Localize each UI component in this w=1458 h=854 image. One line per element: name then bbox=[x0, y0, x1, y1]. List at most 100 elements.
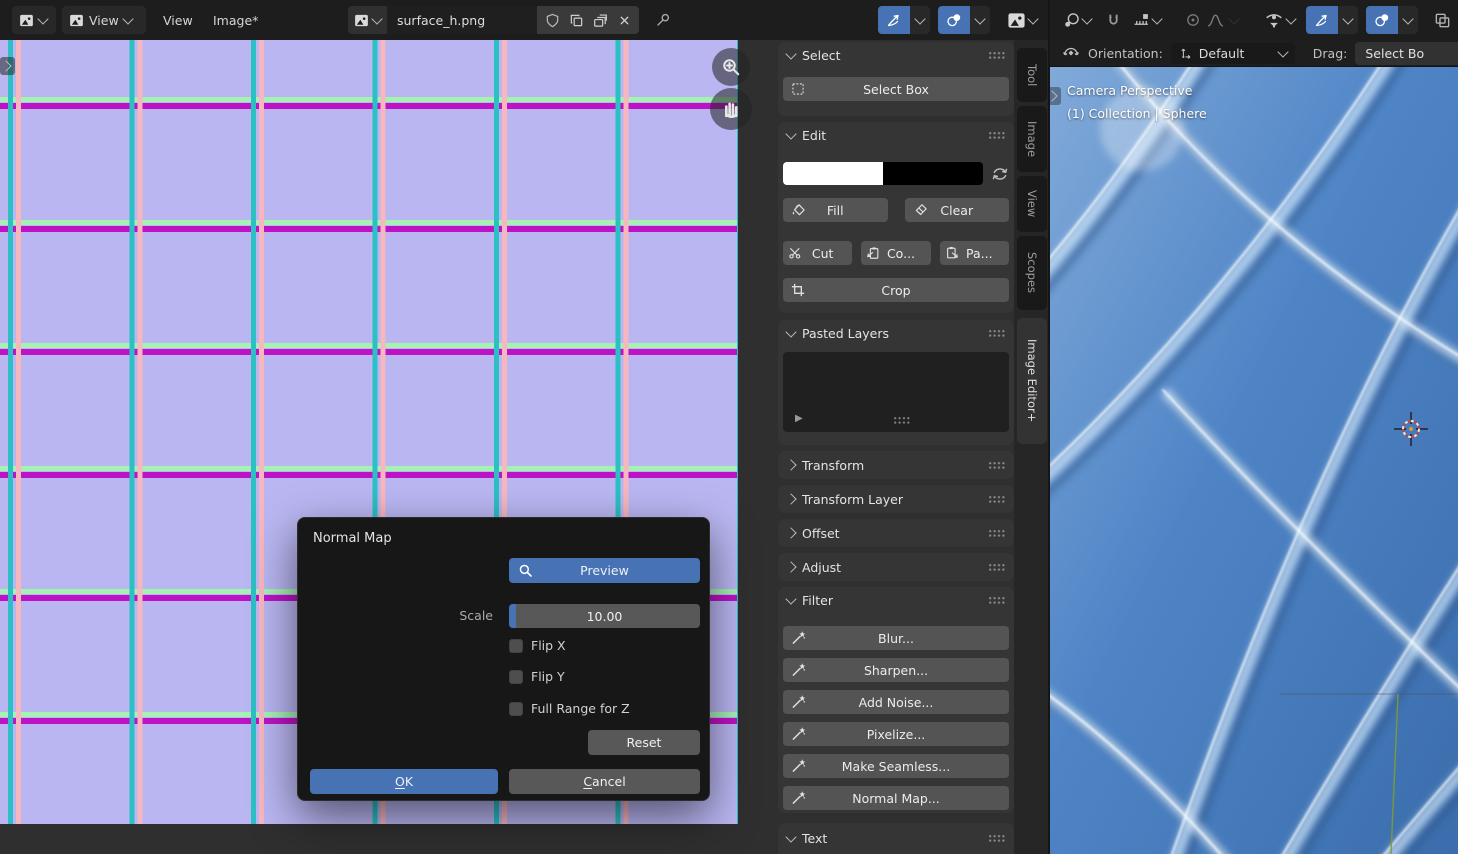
overlays-dropdown[interactable] bbox=[970, 6, 990, 34]
render-passes-button[interactable] bbox=[1427, 6, 1458, 34]
sidebar-tab-strip: Tool Image View Scopes Image Editor+ bbox=[1014, 40, 1050, 854]
tab-scopes[interactable]: Scopes bbox=[1017, 236, 1047, 310]
panel-offset-header[interactable]: Offset bbox=[778, 519, 1014, 547]
mode-selector[interactable]: View bbox=[62, 6, 146, 34]
pasted-layers-list[interactable]: ▶ bbox=[783, 352, 1009, 432]
ok-button[interactable]: OK bbox=[310, 769, 498, 794]
orientation-dropdown[interactable]: Default bbox=[1171, 43, 1295, 64]
new-image-copy-icon[interactable] bbox=[565, 8, 587, 32]
panel-pasted-layers-header[interactable]: Pasted Layers bbox=[778, 320, 1014, 346]
swap-colors-icon[interactable] bbox=[991, 165, 1009, 183]
panel-transform-layer-header[interactable]: Transform Layer bbox=[778, 485, 1014, 513]
scale-slider[interactable]: 10.00 bbox=[509, 604, 700, 628]
filter-pixelize-button[interactable]: Pixelize... bbox=[783, 722, 1009, 746]
list-grip-handle[interactable] bbox=[893, 416, 910, 424]
filter-sharpen-button[interactable]: Sharpen... bbox=[783, 658, 1009, 682]
snap-toggle[interactable] bbox=[1103, 6, 1124, 34]
gizmo-dropdown[interactable] bbox=[910, 6, 930, 34]
wand-icon bbox=[791, 727, 806, 742]
filter-make-seamless-button[interactable]: Make Seamless... bbox=[783, 754, 1009, 778]
cut-button[interactable]: Cut bbox=[783, 241, 852, 265]
full-range-checkbox[interactable] bbox=[509, 702, 523, 716]
sidebar-toggle-arrow[interactable] bbox=[1050, 87, 1061, 105]
proportional-edit-toggle[interactable] bbox=[1178, 6, 1245, 34]
display-channels-dropdown[interactable] bbox=[1000, 6, 1044, 34]
editor-type-dropdown[interactable] bbox=[12, 6, 56, 34]
filter-blur-button[interactable]: Blur... bbox=[783, 626, 1009, 650]
menu-image[interactable]: Image* bbox=[206, 6, 265, 34]
browse-image-button[interactable] bbox=[348, 6, 387, 34]
viewport-overlays-dropdown[interactable] bbox=[1398, 6, 1418, 34]
viewport-info-line2: (1) Collection | Sphere bbox=[1067, 106, 1207, 121]
filter-add-noise-button[interactable]: Add Noise... bbox=[783, 690, 1009, 714]
copy-button[interactable]: Co... bbox=[861, 241, 930, 265]
fake-user-shield-icon[interactable] bbox=[541, 8, 563, 32]
editor-divider[interactable] bbox=[1048, 0, 1050, 854]
pan-hand-nav-button[interactable] bbox=[710, 88, 752, 130]
preview-button[interactable]: Preview bbox=[509, 558, 700, 583]
grip-handle[interactable] bbox=[988, 563, 1005, 571]
magnifier-icon bbox=[518, 563, 533, 578]
cursor-3d-icon[interactable] bbox=[1393, 411, 1429, 447]
image-name-field[interactable]: surface_h.png bbox=[387, 6, 537, 34]
panel-adjust-header[interactable]: Adjust bbox=[778, 553, 1014, 581]
tab-view[interactable]: View bbox=[1017, 176, 1047, 232]
pack-image-icon[interactable] bbox=[589, 8, 611, 32]
grip-handle[interactable] bbox=[988, 834, 1005, 842]
select-box-button[interactable]: Select Box bbox=[783, 77, 1009, 101]
grip-handle[interactable] bbox=[988, 461, 1005, 469]
filter-normal-map-button[interactable]: Normal Map... bbox=[783, 786, 1009, 810]
reset-button[interactable]: Reset bbox=[588, 730, 700, 755]
cancel-button[interactable]: Cancel bbox=[509, 769, 700, 794]
panel-text-header[interactable]: Text bbox=[778, 823, 1014, 853]
pin-icon[interactable] bbox=[648, 6, 678, 34]
gizmos-toggle[interactable] bbox=[878, 6, 930, 34]
secondary-color-swatch[interactable] bbox=[883, 162, 983, 185]
pivot-icon bbox=[1063, 12, 1080, 29]
overlays-toggle[interactable] bbox=[938, 6, 990, 34]
overlays-sphere-icon[interactable] bbox=[1366, 6, 1398, 34]
crop-button[interactable]: Crop bbox=[783, 278, 1009, 302]
tab-tool[interactable]: Tool bbox=[1017, 48, 1047, 102]
overlays-sphere-icon[interactable] bbox=[938, 6, 970, 34]
paste-button[interactable]: Pa... bbox=[940, 241, 1009, 265]
tab-image-editor-plus[interactable]: Image Editor+ bbox=[1017, 318, 1047, 444]
clear-button[interactable]: Clear bbox=[905, 198, 1010, 222]
unlink-x-icon[interactable] bbox=[613, 8, 635, 32]
visibility-dropdown[interactable] bbox=[1258, 6, 1302, 34]
flip-y-checkbox[interactable] bbox=[509, 670, 523, 684]
viewport-gizmo-dropdown[interactable] bbox=[1338, 6, 1358, 34]
panel-select-header[interactable]: Select bbox=[778, 42, 1014, 68]
panel-transform-header[interactable]: Transform bbox=[778, 451, 1014, 479]
grip-handle[interactable] bbox=[988, 51, 1005, 59]
viewport-overlays-toggle[interactable] bbox=[1366, 6, 1418, 34]
fill-button[interactable]: Fill bbox=[783, 198, 888, 222]
tab-image[interactable]: Image bbox=[1017, 106, 1047, 172]
flip-x-checkbox[interactable] bbox=[509, 639, 523, 653]
panel-edit-header[interactable]: Edit bbox=[778, 122, 1014, 148]
viewport-gizmos-toggle[interactable] bbox=[1306, 6, 1358, 34]
menu-view[interactable]: View bbox=[156, 6, 200, 34]
grip-handle[interactable] bbox=[988, 329, 1005, 337]
eye-filter-icon bbox=[1265, 11, 1283, 29]
image-datablock: surface_h.png bbox=[348, 6, 639, 34]
toolbar-toggle-arrow[interactable] bbox=[0, 57, 15, 75]
viewport-3d[interactable]: Camera Perspective (1) Collection | Sphe… bbox=[1050, 67, 1458, 854]
gizmo-arrow-icon[interactable] bbox=[878, 6, 910, 34]
zoom-in-nav-button[interactable] bbox=[712, 48, 750, 86]
pivot-point-dropdown[interactable] bbox=[1056, 6, 1098, 34]
grip-handle[interactable] bbox=[988, 495, 1005, 503]
snap-with-dropdown[interactable] bbox=[1126, 6, 1168, 34]
scale-value: 10.00 bbox=[587, 609, 623, 624]
grip-handle[interactable] bbox=[988, 529, 1005, 537]
wand-icon bbox=[791, 759, 806, 774]
grip-handle[interactable] bbox=[988, 131, 1005, 139]
panel-title: Offset bbox=[802, 526, 840, 541]
primary-color-swatch[interactable] bbox=[783, 162, 883, 185]
expand-triangle-icon[interactable]: ▶ bbox=[795, 413, 803, 424]
drag-mode-dropdown[interactable]: Select Bo bbox=[1355, 42, 1458, 65]
panel-filter-header[interactable]: Filter bbox=[778, 587, 1014, 613]
flip-y-label: Flip Y bbox=[531, 669, 565, 684]
gizmo-arrow-icon[interactable] bbox=[1306, 6, 1338, 34]
grip-handle[interactable] bbox=[988, 596, 1005, 604]
